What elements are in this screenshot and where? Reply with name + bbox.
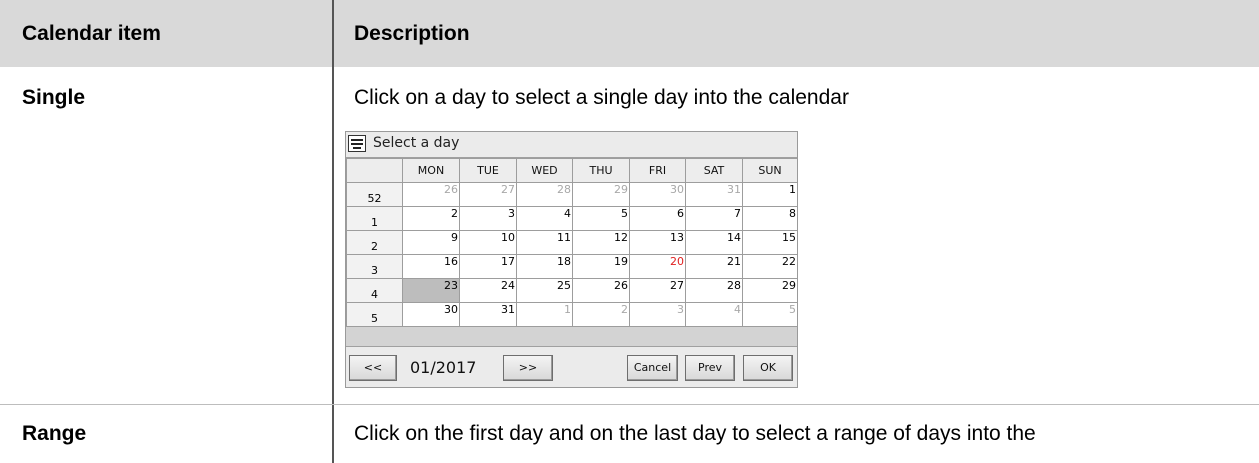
calendar-day[interactable]: 18 <box>516 254 573 279</box>
next-month-button[interactable]: >> <box>503 355 553 381</box>
calendar-day[interactable]: 16 <box>402 254 460 279</box>
table-header-row: Calendar item Description <box>0 0 1259 67</box>
calendar-day[interactable]: 31 <box>685 182 743 207</box>
calendar-day[interactable]: 24 <box>459 278 517 303</box>
calendar-day[interactable]: 23 <box>402 278 460 303</box>
calendar-day[interactable]: 15 <box>742 230 797 255</box>
calendar-week-row: 4 23 24 25 26 27 28 29 <box>346 278 797 303</box>
calendar-day[interactable]: 5 <box>572 206 630 231</box>
calendar-week-row: 3 16 17 18 19 20 21 22 <box>346 254 797 279</box>
calendar-day[interactable]: 1 <box>742 182 797 207</box>
column-divider <box>332 0 334 463</box>
ok-button[interactable]: OK <box>743 355 793 381</box>
calendar-day[interactable]: 30 <box>402 302 460 327</box>
calendar-day[interactable]: 4 <box>516 206 573 231</box>
row-divider <box>0 404 1259 405</box>
calendar-day[interactable]: 11 <box>516 230 573 255</box>
calendar-day[interactable]: 1 <box>516 302 573 327</box>
weekday-header: FRI <box>629 158 686 183</box>
calendar-widget: Select a day MON TUE WED THU FRI SAT SUN <box>345 131 798 388</box>
calendar-day[interactable]: 31 <box>459 302 517 327</box>
calendar-day[interactable]: 3 <box>459 206 517 231</box>
calendar-day[interactable]: 27 <box>629 278 686 303</box>
week-number-header <box>346 158 403 183</box>
calendar-day[interactable]: 28 <box>516 182 573 207</box>
calendar-week-row: 52 26 27 28 29 30 31 1 <box>346 182 797 207</box>
month-label: 01/2017 <box>410 358 477 377</box>
column-header-description: Description <box>354 22 470 45</box>
calendar-day[interactable]: 17 <box>459 254 517 279</box>
calendar-day[interactable]: 2 <box>572 302 630 327</box>
weekday-header: SUN <box>742 158 797 183</box>
calendar-day[interactable]: 19 <box>572 254 630 279</box>
calendar-day[interactable]: 8 <box>742 206 797 231</box>
description-single: Click on a day to select a single day in… <box>354 86 849 109</box>
week-number: 1 <box>346 206 403 231</box>
calendar-day[interactable]: 2 <box>402 206 460 231</box>
calendar-week-row: 5 30 31 1 2 3 4 5 <box>346 302 797 327</box>
calendar-day[interactable]: 29 <box>742 278 797 303</box>
calendar-day[interactable]: 4 <box>685 302 743 327</box>
calendar-day[interactable]: 20 <box>629 254 686 279</box>
column-header-calendar-item: Calendar item <box>22 22 161 45</box>
calendar-day[interactable]: 22 <box>742 254 797 279</box>
calendar-day[interactable]: 9 <box>402 230 460 255</box>
week-number: 4 <box>346 278 403 303</box>
calendar-day[interactable]: 26 <box>402 182 460 207</box>
calendar-day[interactable]: 30 <box>629 182 686 207</box>
calendar-day[interactable]: 3 <box>629 302 686 327</box>
calendar-footer: << 01/2017 >> Cancel Prev OK <box>346 346 797 387</box>
calendar-day[interactable]: 5 <box>742 302 797 327</box>
calendar-day[interactable]: 7 <box>685 206 743 231</box>
week-number: 52 <box>346 182 403 207</box>
weekday-header: WED <box>516 158 573 183</box>
calendar-grid: MON TUE WED THU FRI SAT SUN 52 26 27 28 29 30… <box>346 158 797 327</box>
cancel-button[interactable]: Cancel <box>627 355 678 381</box>
calendar-day[interactable]: 21 <box>685 254 743 279</box>
calendar-title-bar: Select a day <box>346 132 797 158</box>
weekday-header: THU <box>572 158 630 183</box>
keyboard-icon[interactable] <box>348 135 366 152</box>
prev-button[interactable]: Prev <box>685 355 735 381</box>
calendar-week-row: 12345678 <box>346 206 797 231</box>
calendar-day[interactable]: 13 <box>629 230 686 255</box>
week-number: 2 <box>346 230 403 255</box>
calendar-title: Select a day <box>373 135 460 151</box>
weekday-header: SAT <box>685 158 743 183</box>
week-number: 3 <box>346 254 403 279</box>
week-number: 5 <box>346 302 403 327</box>
weekday-header: TUE <box>459 158 517 183</box>
calendar-day[interactable]: 6 <box>629 206 686 231</box>
calendar-day[interactable]: 14 <box>685 230 743 255</box>
calendar-week-row: 2 9 10 11 12 13 14 15 <box>346 230 797 255</box>
calendar-day[interactable]: 26 <box>572 278 630 303</box>
calendar-day[interactable]: 12 <box>572 230 630 255</box>
description-range: Click on the first day and on the last d… <box>354 422 1036 445</box>
previous-month-button[interactable]: << <box>349 355 397 381</box>
item-label-range: Range <box>22 422 87 445</box>
item-label-single: Single <box>22 86 86 109</box>
calendar-day[interactable]: 29 <box>572 182 630 207</box>
weekday-header: MON <box>402 158 460 183</box>
calendar-day[interactable]: 25 <box>516 278 573 303</box>
calendar-day[interactable]: 10 <box>459 230 517 255</box>
calendar-day[interactable]: 28 <box>685 278 743 303</box>
calendar-day[interactable]: 27 <box>459 182 517 207</box>
